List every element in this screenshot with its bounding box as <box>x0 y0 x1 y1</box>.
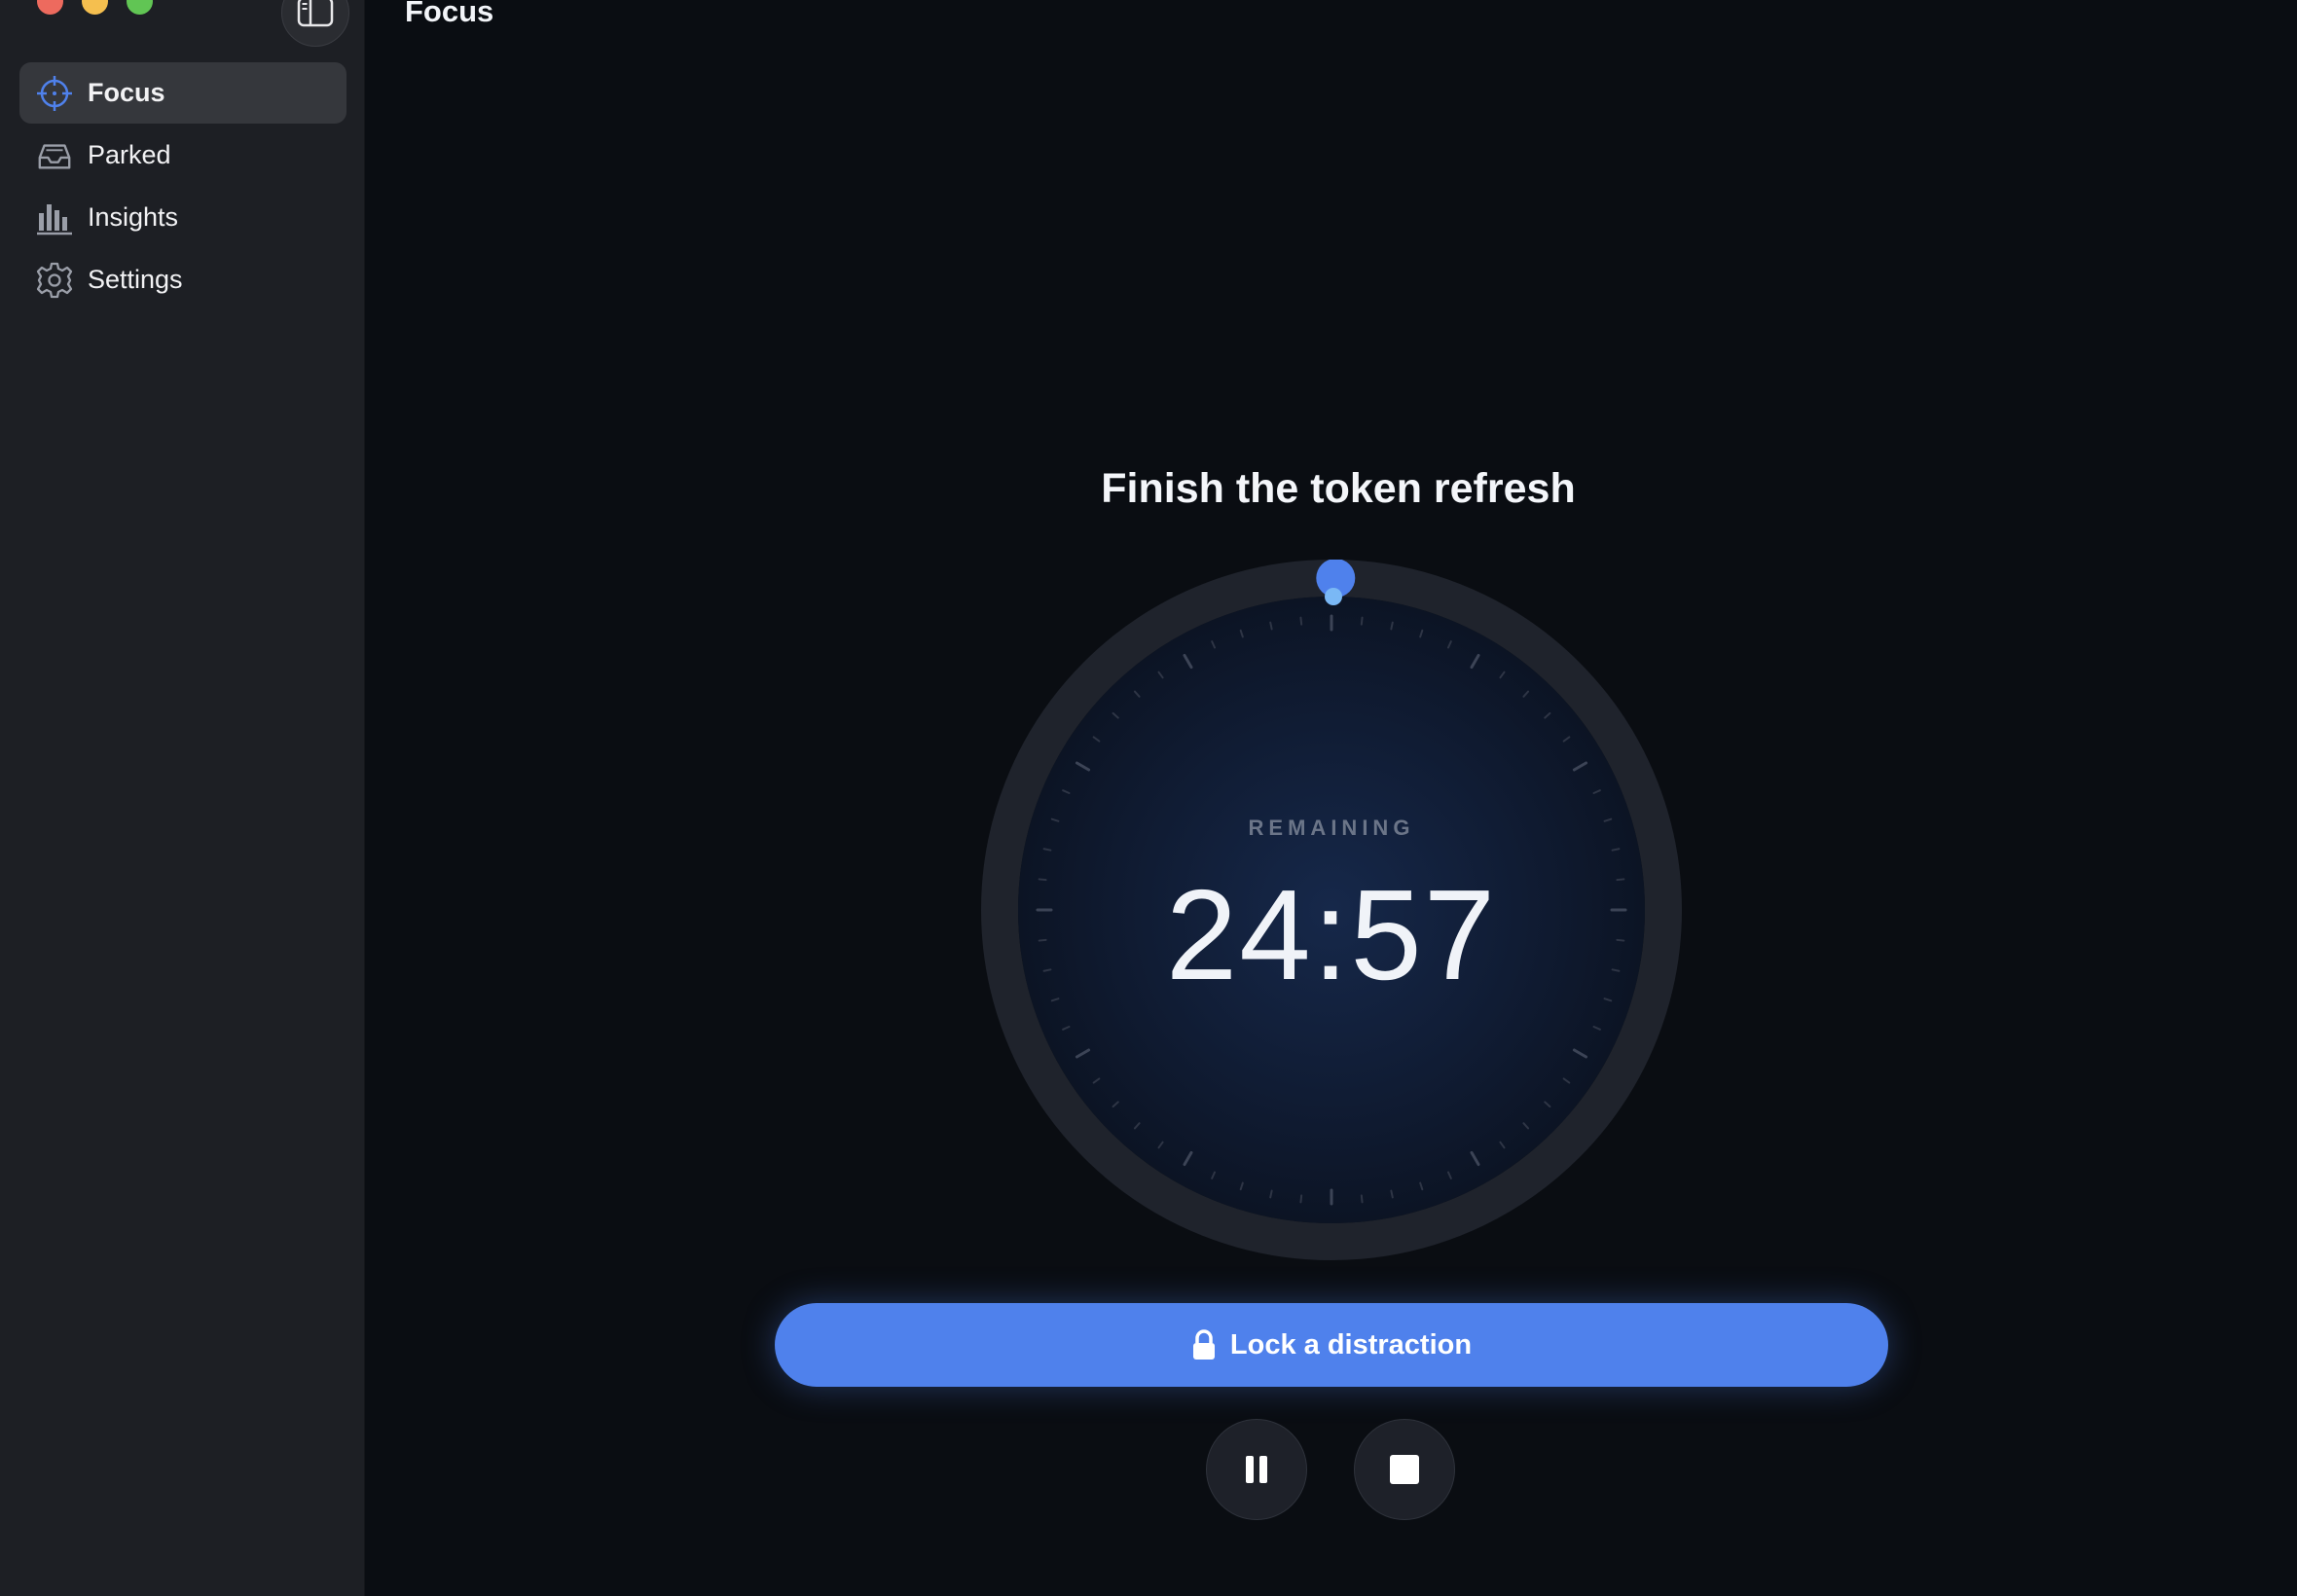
sidebar-item-settings[interactable]: Settings <box>19 249 346 310</box>
window-controls <box>37 0 153 15</box>
lock-icon <box>1192 1329 1215 1360</box>
sidebar-item-label: Settings <box>88 265 183 294</box>
pause-icon <box>1246 1456 1267 1483</box>
dial-tick <box>1299 616 1303 626</box>
time-remaining: 24:57 <box>1165 863 1498 1006</box>
dial-tick <box>1390 1189 1394 1199</box>
close-window-button[interactable] <box>37 0 63 15</box>
dial-tick <box>1360 1194 1364 1204</box>
sidebar-item-insights[interactable]: Insights <box>19 187 346 248</box>
dial-tick <box>1042 848 1052 852</box>
sidebar-item-label: Parked <box>88 140 171 169</box>
dial-tick <box>1269 1189 1273 1199</box>
sidebar-icon <box>297 0 334 27</box>
dial-tick <box>1611 848 1621 852</box>
page-title: Focus <box>405 0 494 28</box>
task-title: Finish the token refresh <box>1101 465 1576 512</box>
dial-tick <box>1390 621 1394 631</box>
sidebar-toggle-button[interactable] <box>281 0 349 47</box>
bar-chart-icon <box>36 200 73 236</box>
sidebar-item-focus[interactable]: Focus <box>19 62 346 124</box>
lock-distraction-label: Lock a distraction <box>1229 1328 1473 1360</box>
remaining-label: REMAINING <box>1248 816 1415 840</box>
lock-distraction-button[interactable]: Lock a distraction <box>775 1303 1888 1387</box>
sidebar: Focus Parked Insights Settings <box>0 0 365 1596</box>
pause-button[interactable] <box>1206 1419 1307 1520</box>
stop-icon <box>1390 1455 1419 1484</box>
progress-dot <box>1325 588 1342 605</box>
sidebar-item-parked[interactable]: Parked <box>19 125 346 186</box>
gear-icon <box>36 262 73 299</box>
sidebar-item-label: Insights <box>88 202 179 232</box>
sidebar-nav: Focus Parked Insights Settings <box>19 62 346 311</box>
zoom-window-button[interactable] <box>127 0 153 15</box>
sidebar-item-label: Focus <box>88 78 165 107</box>
dial-tick <box>1299 1194 1303 1204</box>
dial-tick <box>1360 616 1364 626</box>
crosshair-icon <box>36 75 73 112</box>
stop-button[interactable] <box>1354 1419 1455 1520</box>
dial-tick <box>1269 621 1273 631</box>
minimize-window-button[interactable] <box>82 0 108 15</box>
tray-icon <box>36 137 73 174</box>
